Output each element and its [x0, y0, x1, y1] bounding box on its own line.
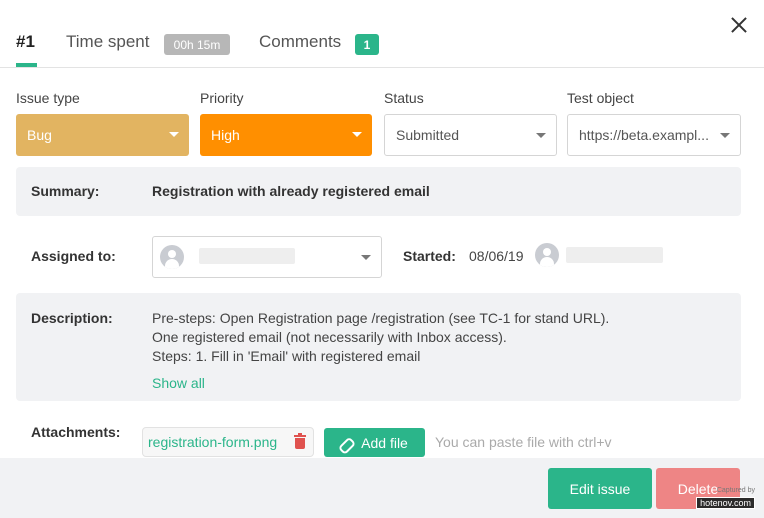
status-select[interactable]: Submitted — [384, 114, 557, 156]
edit-issue-label: Edit issue — [569, 480, 631, 497]
attachment-chip: registration-form.png — [142, 427, 314, 457]
tab-issue[interactable]: #1 — [16, 32, 35, 52]
close-icon[interactable] — [728, 14, 750, 36]
active-tab-indicator — [16, 63, 37, 67]
paperclip-icon — [339, 434, 356, 451]
started-label: Started: — [403, 248, 456, 264]
issue-type-label: Issue type — [16, 90, 80, 106]
description-line: One registered email (not necessarily wi… — [152, 329, 507, 345]
chevron-down-icon — [169, 132, 179, 137]
add-file-button[interactable]: Add file — [324, 428, 425, 457]
tab-comments[interactable]: Comments — [259, 32, 341, 52]
add-file-label: Add file — [361, 434, 408, 451]
chevron-down-icon — [536, 133, 546, 138]
chevron-down-icon — [361, 255, 371, 260]
summary-text: Registration with already registered ema… — [152, 183, 430, 199]
description-line: Pre-steps: Open Registration page /regis… — [152, 310, 610, 326]
chevron-down-icon — [720, 133, 730, 138]
status-label: Status — [384, 90, 424, 106]
assignee-select[interactable] — [152, 236, 382, 278]
description-line: Steps: 1. Fill in 'Email' with registere… — [152, 348, 421, 364]
description-label: Description: — [31, 310, 113, 326]
assignee-name — [199, 248, 295, 264]
user-avatar-icon — [535, 243, 559, 267]
assigned-to-label: Assigned to: — [31, 248, 116, 264]
started-by-name — [566, 247, 663, 263]
summary-label: Summary: — [31, 183, 100, 199]
attachments-label: Attachments: — [31, 424, 121, 440]
priority-value: High — [211, 127, 240, 143]
test-object-label: Test object — [567, 90, 634, 106]
user-avatar-icon — [160, 245, 184, 269]
issue-type-select[interactable]: Bug — [16, 114, 189, 156]
priority-select[interactable]: High — [200, 114, 372, 156]
comments-count-badge: 1 — [355, 34, 379, 55]
attachment-file-link[interactable]: registration-form.png — [148, 434, 277, 450]
tab-bar: #1 Time spent 00h 15m Comments 1 — [0, 0, 764, 68]
test-object-value: https://beta.exampl... — [579, 127, 709, 143]
issue-modal: #1 Time spent 00h 15m Comments 1 Issue t… — [0, 0, 764, 518]
watermark-site: hotenov.com — [696, 497, 755, 509]
issue-type-value: Bug — [27, 127, 52, 143]
started-date: 08/06/19 — [469, 248, 524, 264]
paste-hint: You can paste file with ctrl+v — [435, 434, 612, 450]
status-value: Submitted — [396, 127, 460, 143]
edit-issue-button[interactable]: Edit issue — [548, 468, 652, 509]
show-all-link[interactable]: Show all — [152, 375, 205, 391]
test-object-select[interactable]: https://beta.exampl... — [567, 114, 741, 156]
chevron-down-icon — [352, 132, 362, 137]
watermark-caption: Captured by — [716, 487, 755, 494]
priority-label: Priority — [200, 90, 244, 106]
trash-icon[interactable] — [294, 433, 306, 449]
time-spent-badge: 00h 15m — [164, 34, 230, 55]
tab-time-spent[interactable]: Time spent — [66, 32, 149, 52]
watermark: Captured by hotenov.com — [687, 487, 755, 511]
